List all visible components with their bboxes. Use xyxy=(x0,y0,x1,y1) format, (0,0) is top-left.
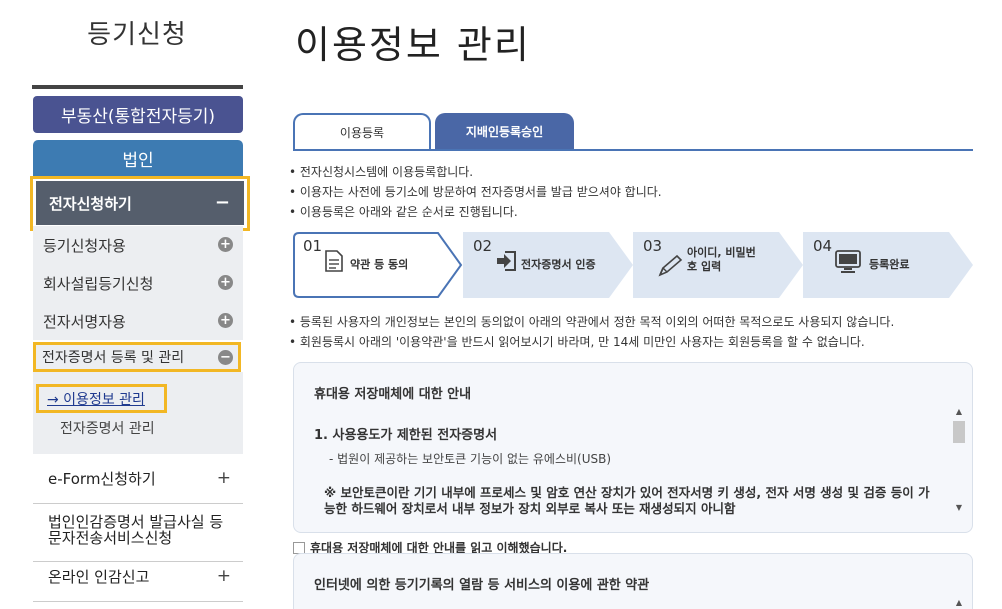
sidebar-item-label: 온라인 인감신고 xyxy=(48,568,150,586)
step-label: 아이디, 비밀번 호 입력 xyxy=(687,246,756,274)
storage-notice-box[interactable]: 휴대용 저장매체에 대한 안내 1. 사용용도가 제한된 전자증명서 - 법원이… xyxy=(293,362,973,533)
sidebar-sub-item-cert[interactable]: 전자증명서 등록 및 관리 − xyxy=(33,342,241,372)
collapse-icon[interactable]: − xyxy=(218,350,233,365)
scroll-down-icon[interactable]: ▼ xyxy=(952,503,966,515)
intro-list: • 전자신청시스템에 이용등록합니다. • 이용자는 사전에 등기소에 방문하여… xyxy=(289,162,662,222)
step-number: 04 xyxy=(813,237,833,255)
sidebar-sub-item[interactable]: 등기신청자용 + xyxy=(33,226,243,264)
sidebar-sub-item[interactable]: 회사설립등기신청 + xyxy=(33,264,243,302)
expand-icon[interactable]: + xyxy=(218,313,233,328)
arrow-login-icon xyxy=(497,251,516,271)
step-number: 02 xyxy=(473,237,493,255)
box-paragraph: - 법원이 제공하는 보안토큰 기능이 없는 유에스비(USB) xyxy=(329,452,612,466)
document-icon xyxy=(325,250,343,272)
step-number: 03 xyxy=(643,237,663,255)
intro-line: • 전자신청시스템에 이용등록합니다. xyxy=(289,165,474,179)
tab-underline xyxy=(293,149,973,151)
sidebar-sub-item[interactable]: 전자서명자용 + xyxy=(33,302,243,340)
sidebar-title: 등기신청 xyxy=(87,20,187,50)
link-cert-manage[interactable]: 전자증명서 관리 xyxy=(60,418,155,438)
corporation-button[interactable]: 법인 xyxy=(33,140,243,177)
step-label-line: 호 입력 xyxy=(687,260,722,273)
plus-icon[interactable]: + xyxy=(217,566,231,586)
sidebar-divider xyxy=(32,85,243,89)
sidebar-item-eform[interactable]: e-Form신청하기 + xyxy=(33,468,243,504)
realestate-button[interactable]: 부동산(통합전자등기) xyxy=(33,96,243,133)
tab-registration[interactable]: 이용등록 xyxy=(293,113,431,150)
page-title: 이용정보 관리 xyxy=(295,23,531,67)
step-number: 01 xyxy=(303,237,323,255)
notice-list: • 등록된 사용자의 개인정보는 본인의 동의없이 아래의 약관에서 정한 목적… xyxy=(289,312,894,352)
link-usage-info[interactable]: → 이용정보 관리 xyxy=(36,384,167,413)
sidebar-item-label: e-Form신청하기 xyxy=(48,470,156,488)
sidebar-active-item[interactable]: 전자신청하기 − xyxy=(30,176,250,231)
scroll-thumb[interactable] xyxy=(953,421,965,443)
expand-icon[interactable]: + xyxy=(218,275,233,290)
agree-checkbox[interactable] xyxy=(293,541,305,554)
sidebar-sub-label: 전자증명서 등록 및 관리 xyxy=(42,350,185,366)
notice-line: • 회원등록시 아래의 '이용약관'을 반드시 읽어보시기 바라며, 만 14세… xyxy=(289,335,865,349)
step-label: 등록완료 xyxy=(869,258,910,271)
expand-icon[interactable]: + xyxy=(218,237,233,252)
sidebar-sub-label: 회사설립등기신청 xyxy=(43,274,154,293)
intro-line: • 이용자는 사전에 등기소에 방문하여 전자증명서를 발급 받으셔야 합니다. xyxy=(289,185,662,199)
step-agree: 01 약관 등 동의 xyxy=(293,232,463,298)
scroll-up-icon[interactable]: ▲ xyxy=(952,407,966,419)
sidebar-sub-label: 전자서명자용 xyxy=(43,312,126,331)
sidebar-sub-label: 등기신청자용 xyxy=(43,236,126,255)
step-label: 약관 등 동의 xyxy=(350,258,409,271)
box-heading: 인터넷에 의한 등기기록의 열람 등 서비스의 이용에 관한 약관 xyxy=(314,578,650,593)
sidebar-item-seal-sms[interactable]: 법인인감증명서 발급사실 등문자전송서비스신청 xyxy=(33,514,243,562)
sidebar-active-label: 전자신청하기 xyxy=(49,194,132,213)
step-complete: 04 등록완료 xyxy=(803,232,973,298)
scrollbar[interactable]: ▲ ▼ xyxy=(952,407,966,515)
scroll-up-icon[interactable]: ▲ xyxy=(956,598,962,607)
sidebar-item-label: 법인인감증명서 발급사실 등문자전송서비스신청 xyxy=(48,513,224,547)
step-cert-auth: 02 전자증명서 인증 xyxy=(463,232,633,298)
terms-box[interactable]: 인터넷에 의한 등기기록의 열람 등 서비스의 이용에 관한 약관 ▲ xyxy=(293,553,973,609)
box-heading: 휴대용 저장매체에 대한 안내 xyxy=(314,387,472,402)
monitor-icon xyxy=(835,250,861,273)
box-section-title: 1. 사용용도가 제한된 전자증명서 xyxy=(314,428,498,443)
box-note: ※ 보안토큰이란 기기 내부에 프로세스 및 암호 연산 장치가 있어 전자서명… xyxy=(324,485,930,516)
notice-line: • 등록된 사용자의 개인정보는 본인의 동의없이 아래의 약관에서 정한 목적… xyxy=(289,315,895,329)
sidebar-item-seal-report[interactable]: 온라인 인감신고 + xyxy=(33,566,243,602)
step-label-line: 아이디, 비밀번 xyxy=(687,246,756,259)
pencil-icon xyxy=(658,254,683,277)
plus-icon[interactable]: + xyxy=(217,468,231,488)
step-id-password: 03 아이디, 비밀번 호 입력 xyxy=(633,232,803,298)
tab-manager-approval[interactable]: 지배인등록승인 xyxy=(435,113,574,150)
page-root: 등기신청 부동산(통합전자등기) 법인 전자신청하기 − 등기신청자용 + 회사… xyxy=(0,0,1002,609)
step-label: 전자증명서 인증 xyxy=(521,258,596,271)
collapse-icon[interactable]: − xyxy=(215,192,230,213)
intro-line: • 이용등록은 아래와 같은 순서로 진행됩니다. xyxy=(289,205,518,219)
